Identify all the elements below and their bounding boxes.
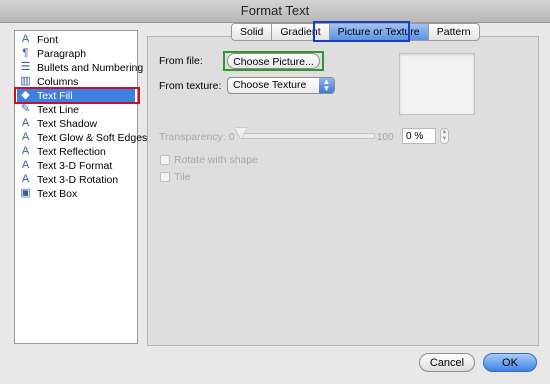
from-file-label: From file: [159, 55, 203, 67]
text-shadow-icon: A [21, 117, 30, 129]
slider-max-label: 100 [377, 132, 394, 143]
tab-solid[interactable]: Solid [231, 23, 273, 41]
sidebar-item-label: Text Line [37, 104, 80, 116]
format-text-dialog: Format Text A Font ¶ Paragraph ☰ Bullets… [0, 0, 550, 384]
paragraph-icon: ¶ [22, 47, 29, 59]
sidebar-item-text-3d-rotation[interactable]: A Text 3-D Rotation [17, 173, 135, 187]
columns-icon: ▥ [20, 75, 31, 87]
sidebar-item-label: Text Reflection [37, 146, 106, 158]
tile-checkbox[interactable] [160, 172, 170, 182]
sidebar-item-text-shadow[interactable]: A Text Shadow [17, 117, 135, 131]
tab-pattern[interactable]: Pattern [428, 23, 480, 41]
sidebar-item-text-fill[interactable]: ◆ Text Fill [17, 89, 135, 103]
chevron-updown-icon: ▲ ▼ [319, 78, 334, 93]
text-glow-icon: A [21, 131, 30, 143]
sidebar-item-text-reflection[interactable]: A Text Reflection [17, 145, 135, 159]
text-3d-rotation-icon: A [21, 173, 30, 185]
font-icon: A [21, 33, 30, 45]
sidebar-item-label: Text 3-D Rotation [37, 174, 119, 186]
tab-picture-or-texture[interactable]: Picture or Texture [329, 23, 429, 41]
text-box-icon: ▣ [20, 187, 31, 199]
transparency-slider[interactable] [241, 133, 375, 139]
category-sidebar: A Font ¶ Paragraph ☰ Bullets and Numberi… [14, 30, 147, 344]
sidebar-item-font[interactable]: A Font [17, 33, 135, 47]
rotate-with-shape-checkbox[interactable] [160, 155, 170, 165]
tab-gradient[interactable]: Gradient [272, 23, 330, 41]
transparency-input[interactable]: 0 % [402, 128, 436, 144]
text-reflection-icon: A [21, 145, 30, 157]
sidebar-item-label: Columns [37, 76, 79, 88]
choose-picture-button[interactable]: Choose Picture... [227, 53, 320, 69]
sidebar-item-text-line[interactable]: ✎ Text Line [17, 103, 135, 117]
texture-select-value: Choose Texture [233, 79, 307, 91]
texture-select[interactable]: Choose Texture ▲ ▼ [227, 77, 335, 94]
sidebar-item-label: Paragraph [37, 48, 87, 60]
sidebar-item-label: Font [37, 34, 59, 46]
transparency-stepper[interactable]: ▲ ▼ [440, 128, 449, 144]
sidebar-item-label: Text Glow & Soft Edges [37, 132, 148, 144]
fill-type-tabs: Solid Gradient Picture or Texture Patter… [231, 23, 480, 41]
sidebar-item-text-3d-format[interactable]: A Text 3-D Format [17, 159, 135, 173]
sidebar-item-label: Text Box [37, 188, 78, 200]
sidebar-item-label: Bullets and Numbering [37, 62, 144, 74]
window-title: Format Text [0, 0, 550, 23]
sidebar-item-label: Text 3-D Format [37, 160, 113, 172]
sidebar-item-paragraph[interactable]: ¶ Paragraph [17, 47, 135, 61]
rotate-with-shape-label: Rotate with shape [174, 154, 259, 166]
text-3d-format-icon: A [21, 159, 30, 171]
text-fill-icon: ◆ [21, 89, 30, 101]
sidebar-item-text-box[interactable]: ▣ Text Box [17, 187, 135, 201]
tile-label: Tile [174, 171, 191, 183]
from-texture-label: From texture: [159, 80, 222, 92]
slider-thumb[interactable] [235, 128, 247, 139]
cancel-button[interactable]: Cancel [419, 353, 475, 372]
bullets-icon: ☰ [20, 61, 31, 73]
ok-button[interactable]: OK [483, 353, 537, 372]
texture-preview [399, 53, 475, 115]
sidebar-item-label: Text Shadow [37, 118, 98, 130]
slider-min-label: 0 [229, 132, 235, 143]
sidebar-item-label: Text Fill [37, 90, 73, 102]
sidebar-item-text-glow[interactable]: A Text Glow & Soft Edges [17, 131, 147, 145]
text-line-icon: ✎ [20, 103, 31, 115]
transparency-label: Transparency: [159, 131, 226, 143]
sidebar-item-bullets[interactable]: ☰ Bullets and Numbering [17, 61, 144, 75]
sidebar-item-columns[interactable]: ▥ Columns [17, 75, 135, 89]
